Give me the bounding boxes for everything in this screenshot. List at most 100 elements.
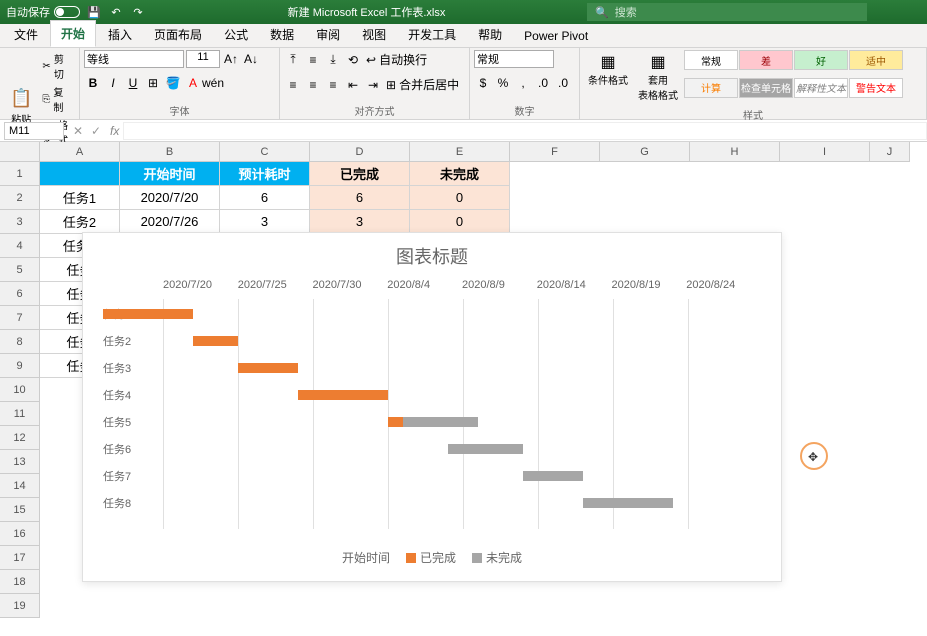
bold-button[interactable]: B — [84, 74, 102, 92]
tab-powerpivot[interactable]: Power Pivot — [514, 25, 598, 47]
border-button[interactable]: ⊞ — [144, 74, 162, 92]
fx-icon[interactable]: fx — [110, 124, 119, 138]
cond-format-button[interactable]: ▦ 条件格式 — [584, 50, 632, 104]
style-good[interactable]: 好 — [794, 50, 848, 70]
row-header[interactable]: 12 — [0, 426, 40, 450]
style-check[interactable]: 检查单元格 — [739, 78, 793, 98]
row-header[interactable]: 18 — [0, 570, 40, 594]
name-box[interactable] — [4, 122, 64, 140]
bar-undone[interactable] — [523, 471, 583, 481]
style-explain[interactable]: 解释性文本 — [794, 78, 848, 98]
chart-title[interactable]: 图表标题 — [83, 233, 781, 279]
col-header[interactable]: I — [780, 142, 870, 162]
bar-done[interactable] — [103, 309, 193, 319]
orientation-icon[interactable]: ⟲ — [344, 51, 362, 69]
cell[interactable] — [40, 162, 120, 186]
comma-icon[interactable]: , — [514, 74, 532, 92]
align-right-icon[interactable]: ≡ — [324, 76, 342, 94]
cell[interactable]: 0 — [410, 186, 510, 210]
table-format-button[interactable]: ▦ 套用 表格格式 — [634, 50, 682, 104]
col-header[interactable]: F — [510, 142, 600, 162]
col-header[interactable]: G — [600, 142, 690, 162]
cell[interactable]: 任务1 — [40, 186, 120, 210]
col-header[interactable]: B — [120, 142, 220, 162]
style-neutral[interactable]: 适中 — [849, 50, 903, 70]
row-header[interactable]: 19 — [0, 594, 40, 618]
align-mid-icon[interactable]: ≡ — [304, 51, 322, 69]
tab-data[interactable]: 数据 — [260, 22, 304, 47]
cell[interactable]: 3 — [220, 210, 310, 234]
col-header[interactable]: D — [310, 142, 410, 162]
indent-inc-icon[interactable]: ⇥ — [364, 76, 382, 94]
copy-button[interactable]: ⎘复制 — [40, 83, 75, 115]
tab-formulas[interactable]: 公式 — [214, 22, 258, 47]
tab-insert[interactable]: 插入 — [98, 22, 142, 47]
cell[interactable]: 已完成 — [310, 162, 410, 186]
italic-button[interactable]: I — [104, 74, 122, 92]
align-left-icon[interactable]: ≡ — [284, 76, 302, 94]
cell[interactable]: 未完成 — [410, 162, 510, 186]
bar-done[interactable] — [298, 390, 388, 400]
bar-done[interactable] — [388, 417, 403, 427]
cell[interactable]: 6 — [220, 186, 310, 210]
fill-color-button[interactable]: 🪣 — [164, 74, 182, 92]
row-header[interactable]: 8 — [0, 330, 40, 354]
row-header[interactable]: 10 — [0, 378, 40, 402]
tab-review[interactable]: 审阅 — [306, 22, 350, 47]
tab-view[interactable]: 视图 — [352, 22, 396, 47]
tab-layout[interactable]: 页面布局 — [144, 22, 212, 47]
cell[interactable]: 开始时间 — [120, 162, 220, 186]
align-center-icon[interactable]: ≡ — [304, 76, 322, 94]
style-calc[interactable]: 计算 — [684, 78, 738, 98]
enter-icon[interactable]: ✓ — [88, 124, 104, 138]
inc-decimal-icon[interactable]: .0 — [534, 74, 552, 92]
cell[interactable]: 3 — [310, 210, 410, 234]
row-header[interactable]: 2 — [0, 186, 40, 210]
select-all-corner[interactable] — [0, 142, 40, 162]
col-header[interactable]: E — [410, 142, 510, 162]
tab-file[interactable]: 文件 — [4, 22, 48, 47]
underline-button[interactable]: U — [124, 74, 142, 92]
cut-button[interactable]: ✂剪切 — [40, 50, 75, 82]
row-header[interactable]: 3 — [0, 210, 40, 234]
row-header[interactable]: 1 — [0, 162, 40, 186]
tab-home[interactable]: 开始 — [50, 20, 96, 47]
formula-bar[interactable] — [123, 122, 927, 140]
decrease-font-icon[interactable]: A↓ — [242, 50, 260, 68]
merge-button[interactable]: ⊞合并后居中 — [384, 75, 461, 94]
row-header[interactable]: 16 — [0, 522, 40, 546]
gantt-chart[interactable]: 图表标题 2020/7/202020/7/252020/7/302020/8/4… — [82, 232, 782, 582]
style-normal[interactable]: 常规 — [684, 50, 738, 70]
row-header[interactable]: 4 — [0, 234, 40, 258]
col-header[interactable]: J — [870, 142, 910, 162]
chart-legend[interactable]: 开始时间 已完成 未完成 — [83, 539, 781, 576]
col-header[interactable]: C — [220, 142, 310, 162]
wrap-text-button[interactable]: ↩自动换行 — [364, 50, 429, 69]
number-format-select[interactable]: 常规 — [474, 50, 554, 68]
legend-item[interactable]: 开始时间 — [342, 549, 390, 566]
save-icon[interactable]: 💾 — [86, 4, 102, 20]
row-header[interactable]: 17 — [0, 546, 40, 570]
cell[interactable]: 0 — [410, 210, 510, 234]
bar-done[interactable] — [238, 363, 298, 373]
bar-undone[interactable] — [448, 444, 523, 454]
phonetic-button[interactable]: wén — [204, 74, 222, 92]
bar-undone[interactable] — [583, 498, 673, 508]
cell[interactable]: 任务2 — [40, 210, 120, 234]
cell-styles-gallery[interactable]: 常规 差 好 适中 计算 检查单元格 解释性文本 警告文本 — [684, 50, 904, 104]
col-header[interactable]: H — [690, 142, 780, 162]
legend-item[interactable]: 已完成 — [406, 549, 456, 566]
undo-icon[interactable]: ↶ — [108, 4, 124, 20]
font-color-button[interactable]: A — [184, 74, 202, 92]
row-header[interactable]: 9 — [0, 354, 40, 378]
indent-dec-icon[interactable]: ⇤ — [344, 76, 362, 94]
redo-icon[interactable]: ↷ — [130, 4, 146, 20]
col-header[interactable]: A — [40, 142, 120, 162]
style-warn[interactable]: 警告文本 — [849, 78, 903, 98]
bar-done[interactable] — [193, 336, 238, 346]
font-name-select[interactable]: 等线 — [84, 50, 184, 68]
cancel-icon[interactable]: ✕ — [70, 124, 86, 138]
row-header[interactable]: 14 — [0, 474, 40, 498]
tab-help[interactable]: 帮助 — [468, 22, 512, 47]
style-bad[interactable]: 差 — [739, 50, 793, 70]
